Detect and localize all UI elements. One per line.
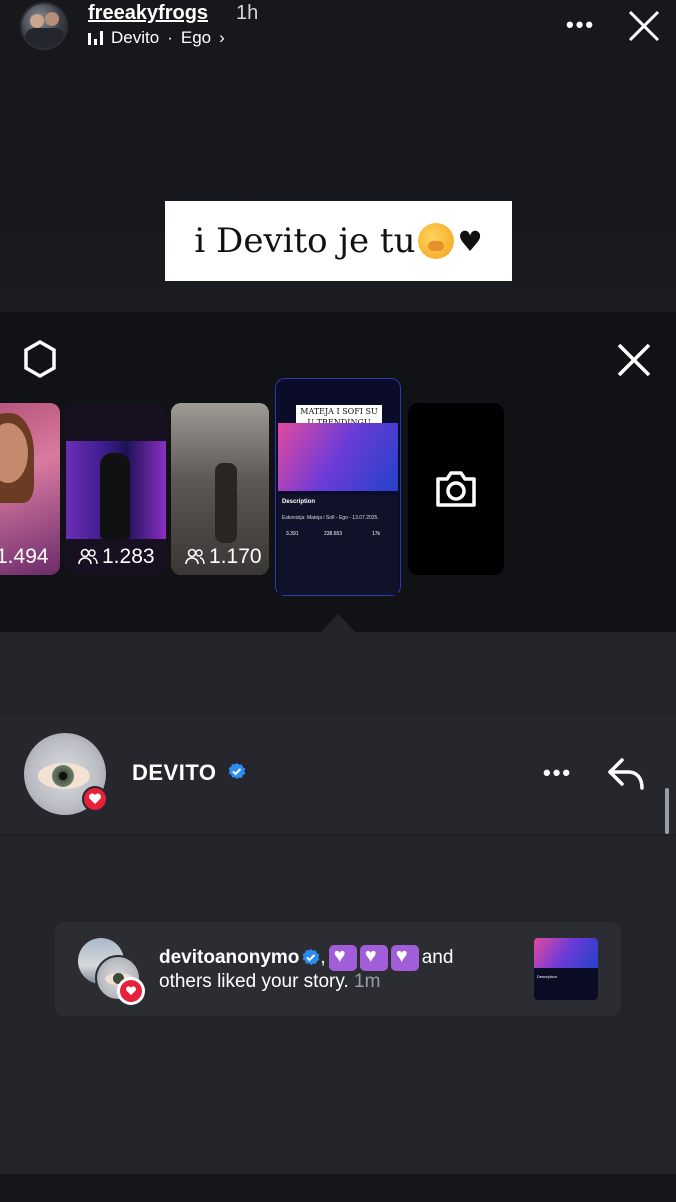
- verified-badge-icon: [303, 949, 320, 965]
- thumbnail-photo: [278, 423, 398, 491]
- story-thumbnail-selected[interactable]: MATEJA I SOFI SU U TRENDINGU Description…: [275, 378, 401, 596]
- story-author-avatar[interactable]: [20, 2, 68, 50]
- settings-gear-icon[interactable]: [20, 340, 60, 380]
- verified-badge-icon: [228, 763, 246, 779]
- music-song: Ego: [180, 28, 212, 47]
- more-options-icon[interactable]: •••: [566, 12, 595, 38]
- story-music-label[interactable]: Devito · Ego ›: [88, 28, 225, 48]
- thumbnail-description-panel: Description Eskovizija: Mateja i Sofi - …: [278, 495, 398, 595]
- notification-time: 1m: [354, 971, 381, 992]
- story-time-ago: 1h: [236, 2, 259, 24]
- bottom-edge: [0, 1174, 676, 1202]
- tray-selection-pointer: [320, 614, 356, 633]
- story-author-username[interactable]: freeakyfrogs: [88, 2, 208, 25]
- add-story-camera-button[interactable]: [408, 403, 504, 575]
- notification-text-line2: others liked your story. 1m: [159, 971, 381, 992]
- viewers-icon: [78, 548, 98, 565]
- viewers-icon: [185, 548, 205, 565]
- notification-comma: ,: [320, 947, 326, 968]
- purple-heart-emoji-icon: [359, 945, 388, 971]
- music-artist: Devito: [111, 28, 160, 47]
- scrollbar[interactable]: [665, 788, 669, 834]
- music-bars-icon: [88, 31, 103, 45]
- story-view-count: 1.494: [0, 545, 49, 568]
- story-view-count: 1.170: [185, 545, 262, 569]
- chevron-right-icon: ›: [219, 28, 225, 47]
- close-tray-icon[interactable]: [614, 340, 654, 380]
- music-separator: ·: [167, 28, 173, 47]
- like-heart-icon: [82, 786, 108, 812]
- purple-heart-emoji-icon: [390, 945, 419, 971]
- story-text-sticker: i Devito je tu ♥: [165, 201, 512, 281]
- like-heart-icon: [117, 977, 145, 1005]
- notification-and: and: [421, 947, 454, 968]
- notification-username: devitoanonymo: [159, 947, 300, 968]
- divider: [0, 834, 676, 836]
- story-caption-text: i Devito je tu: [194, 221, 416, 261]
- viewer-name[interactable]: DEVITO: [132, 760, 217, 786]
- reply-arrow-icon[interactable]: [606, 754, 648, 794]
- notification-story-thumbnail[interactable]: Description: [534, 938, 598, 1000]
- purple-heart-emoji-icon: [328, 945, 357, 971]
- camera-icon: [436, 471, 476, 507]
- viewer-more-options-icon[interactable]: •••: [543, 760, 572, 786]
- hand-over-mouth-emoji-icon: [417, 223, 454, 259]
- black-heart-icon: ♥: [457, 224, 483, 258]
- notification-text-line1: devitoanonymo , and: [159, 945, 453, 971]
- story-view-count: 1.283: [78, 545, 155, 569]
- close-icon[interactable]: [626, 8, 662, 44]
